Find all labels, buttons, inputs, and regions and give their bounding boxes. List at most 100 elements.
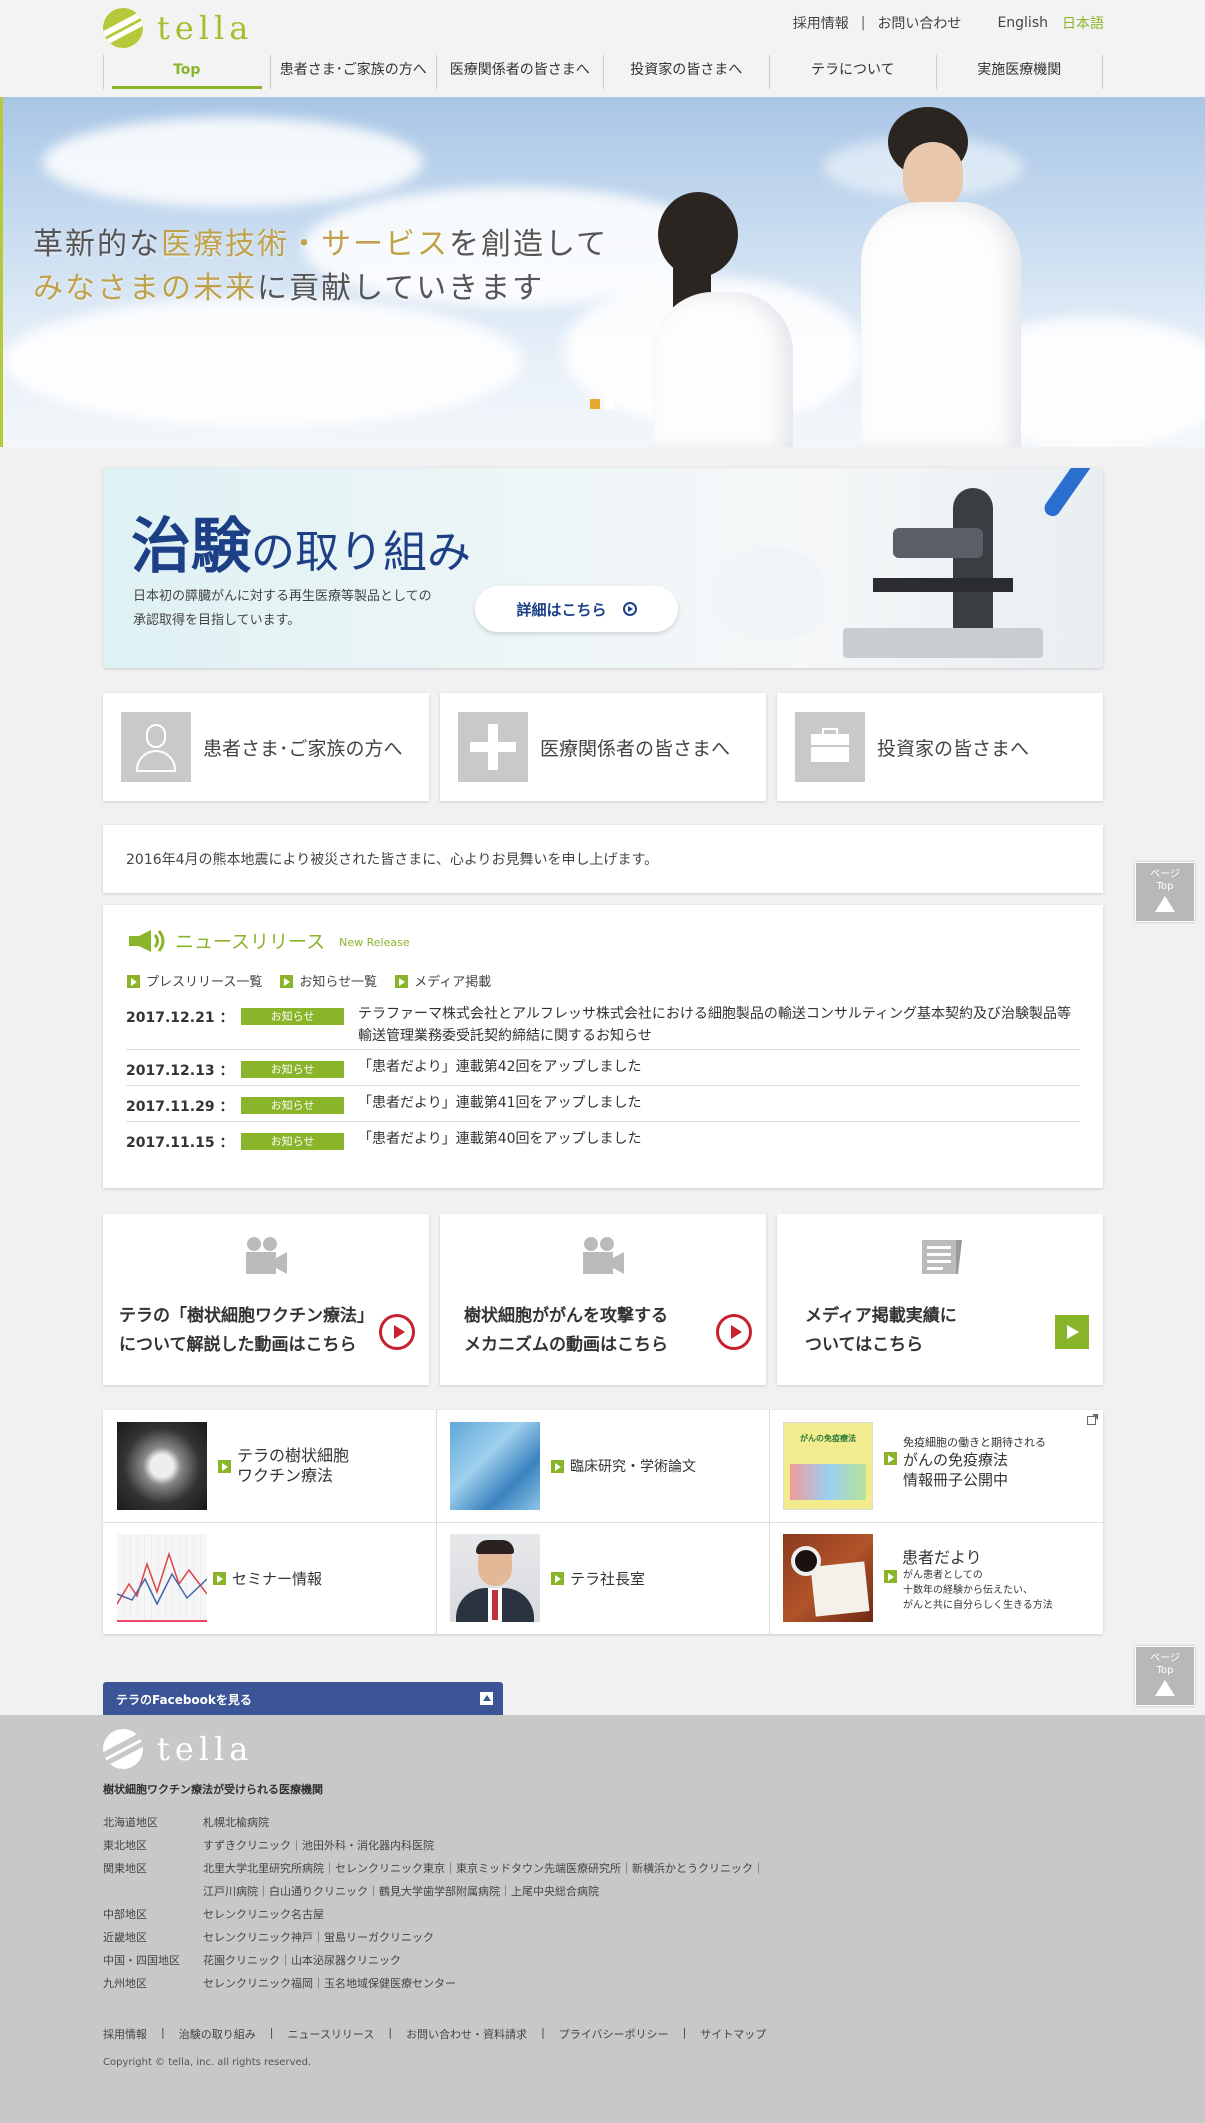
clinic-links[interactable]: セレンクリニック神戸｜蛍島リーガクリニック (203, 1929, 434, 1945)
microscope-illustration (713, 468, 1103, 668)
seminar-chart-image (116, 1534, 208, 1622)
nav-investors[interactable]: 投資家の皆さまへ (602, 55, 770, 89)
news-badge: お知らせ (241, 1097, 344, 1114)
clinic-links[interactable]: 札幌北楡病院 (203, 1814, 269, 1830)
site-logo[interactable]: tella (103, 8, 253, 48)
trial-detail-button[interactable]: 詳細はこちら (475, 586, 678, 632)
briefcase-icon (795, 712, 865, 782)
region-row: 近畿地区 セレンクリニック神戸｜蛍島リーガクリニック (103, 1929, 434, 1945)
notice-list-link[interactable]: お知らせ一覧 (280, 971, 377, 990)
link-dc-vaccine[interactable]: テラの樹状細胞 ワクチン療法 (103, 1410, 436, 1522)
footer-link-sitemap[interactable]: サイトマップ (700, 2026, 766, 2042)
circle-arrow-icon (622, 602, 637, 616)
clinic-links[interactable]: 江戸川病院｜白山通りクリニック｜鶴見大学歯学部附属病院｜上尾中央総合病院 (203, 1883, 599, 1899)
news-item[interactable]: 2017.12.13 ： お知らせ 「患者だより」連載第42回をアップしました (126, 1056, 1080, 1086)
site-footer: tella 樹状細胞ワクチン療法が受けられる医療機関 北海道地区 札幌北楡病院 東… (0, 1715, 1205, 2123)
link-clinical-research[interactable]: 臨床研究・学術論文 (436, 1410, 769, 1522)
nav-about[interactable]: テラについて (769, 55, 936, 89)
video-card-text: テラの「樹状細胞ワクチン療法」 について解説した動画はこちら (119, 1306, 374, 1355)
researcher-male (861, 202, 1021, 447)
global-nav: Top 患者さま･ご家族の方へ 医療関係者の皆さまへ 投資家の皆さまへ テラにつ… (103, 55, 1103, 89)
english-link[interactable]: English (997, 15, 1048, 31)
trial-description: 日本初の膵臓がんに対する再生医療等製品としての 承認取得を目指しています。 (133, 589, 432, 628)
news-badge: お知らせ (241, 1008, 344, 1025)
audience-card-medical[interactable]: 医療関係者の皆さまへ (440, 693, 766, 801)
president-photo (450, 1534, 540, 1622)
news-date: 2017.11.29 ： (126, 1099, 234, 1115)
facebook-toggle[interactable]: テラのFacebookを見る (103, 1682, 503, 1715)
video-card-mechanism[interactable]: 樹状細胞ががんを攻撃する メカニズムの動画はこちら (440, 1214, 766, 1385)
copyright: Copyright © tella, inc. all rights reser… (103, 2057, 312, 2068)
clinic-links[interactable]: すずきクリニック｜池田外科・消化器内科医院 (203, 1837, 434, 1853)
media-link[interactable]: メディア掲載 (395, 971, 491, 990)
hero-slider: 革新的な医療技術・サービスを創造して みなさまの未来に貢献していきます (0, 97, 1205, 447)
audience-label: 投資家の皆さまへ (877, 737, 1030, 760)
news-category-links: プレスリリース一覧 お知らせ一覧 メディア掲載 (127, 971, 491, 990)
media-card[interactable]: メディア掲載実績に ついてはこちら (777, 1214, 1103, 1385)
clinic-links[interactable]: セレンクリニック福岡｜玉名地域保健医療センター (203, 1975, 456, 1991)
region-row: 関東地区 北里大学北里研究所病院｜セレンクリニック東京｜東京ミッドタウン先端医療研… (103, 1860, 764, 1876)
audience-card-patients[interactable]: 患者さま･ご家族の方へ (103, 693, 429, 801)
news-item[interactable]: 2017.12.21 ： お知らせ テラファーマ株式会社とアルフレッサ株式会社に… (126, 1003, 1080, 1050)
logo-text: tella (157, 9, 254, 47)
news-text: 「患者だより」連載第42回をアップしました (358, 1059, 642, 1075)
research-bottles-image (450, 1422, 540, 1510)
page-top-button[interactable]: ページ Top (1135, 862, 1195, 922)
clinical-trial-banner[interactable]: 治験の取り組み 日本初の膵臓がんに対する再生医療等製品としての 承認取得を目指し… (103, 468, 1103, 668)
utility-separator: | (860, 15, 866, 31)
arrow-square-icon (395, 975, 409, 988)
hero-catchcopy: 革新的な医療技術・サービスを創造して みなさまの未来に貢献していきます (33, 227, 609, 306)
arrow-square-icon (884, 1570, 897, 1583)
footer-link-recruit[interactable]: 採用情報 (103, 2026, 147, 2042)
link-immunotherapy-booklet[interactable]: がんの免疫療法 免疫細胞の働きと期待される がんの免疫療法 情報冊子公開中 (769, 1410, 1102, 1522)
press-release-list-link[interactable]: プレスリリース一覧 (127, 971, 262, 990)
clinic-links[interactable]: 北里大学北里研究所病院｜セレンクリニック東京｜東京ミッドタウン先端医療研究所｜新… (203, 1860, 764, 1876)
news-text: 「患者だより」連載第40回をアップしました (358, 1131, 642, 1147)
slider-dot-1[interactable] (590, 399, 600, 409)
news-title: ニュースリリース (175, 931, 326, 953)
external-link-icon (1087, 1414, 1098, 1425)
audience-card-investors[interactable]: 投資家の皆さまへ (777, 693, 1103, 801)
video-card-dc-vaccine[interactable]: テラの「樹状細胞ワクチン療法」 について解説した動画はこちら (103, 1214, 429, 1385)
recruit-link[interactable]: 採用情報 (793, 13, 849, 33)
footer-link-privacy[interactable]: プライバシーポリシー (559, 2026, 669, 2042)
arrow-square-icon (127, 975, 140, 988)
nav-top[interactable]: Top (103, 55, 270, 89)
japanese-link[interactable]: 日本語 (1062, 13, 1104, 33)
play-circle-icon (379, 1314, 415, 1350)
audience-label: 医療関係者の皆さまへ (540, 737, 731, 760)
region-row: 東北地区 すずきクリニック｜池田外科・消化器内科医院 (103, 1837, 434, 1853)
news-item[interactable]: 2017.11.15 ： お知らせ 「患者だより」連載第40回をアップしました (126, 1128, 1080, 1158)
nav-institutions[interactable]: 実施医療機関 (935, 55, 1103, 89)
link-seminar[interactable]: セミナー情報 (103, 1522, 436, 1634)
arrow-square-icon (551, 1459, 564, 1473)
slider-dot-2[interactable] (604, 399, 614, 409)
link-patient-letter[interactable]: 患者だより がん患者としての 十数年の経験から伝えたい、 がんと共に自分らしく生きる… (769, 1522, 1102, 1634)
expand-up-icon (480, 1692, 493, 1705)
news-date: 2017.12.13 ： (126, 1063, 234, 1079)
region-row: 中国・四国地区 花園クリニック｜山本泌尿器クリニック (103, 1952, 401, 1968)
page-top-button[interactable]: ページ Top (1135, 1646, 1195, 1706)
slider-dots (590, 399, 614, 409)
nav-medical[interactable]: 医療関係者の皆さまへ (436, 55, 603, 89)
audience-label: 患者さま･ご家族の方へ (203, 737, 403, 760)
footer-link-news[interactable]: ニュースリリース (287, 2026, 374, 2042)
news-item[interactable]: 2017.11.29 ： お知らせ 「患者だより」連載第41回をアップしました (126, 1092, 1080, 1122)
link-president-office[interactable]: テラ社長室 (436, 1522, 769, 1634)
news-text: 「患者だより」連載第41回をアップしました (358, 1095, 642, 1111)
footer-link-contact[interactable]: お問い合わせ・資料請求 (406, 2026, 527, 2042)
utility-links: 採用情報 | お問い合わせ English 日本語 (793, 13, 1104, 33)
contact-link[interactable]: お問い合わせ (877, 13, 961, 33)
nav-patients[interactable]: 患者さま･ご家族の方へ (269, 55, 437, 89)
clinic-links[interactable]: 花園クリニック｜山本泌尿器クリニック (203, 1952, 401, 1968)
video-camera-icon (246, 1237, 287, 1274)
clinic-links[interactable]: セレンクリニック名古屋 (203, 1906, 324, 1922)
megaphone-icon (129, 929, 165, 952)
arrow-square-icon (213, 1572, 226, 1585)
news-heading: ニュースリリース New Release (127, 927, 410, 954)
footer-logo[interactable]: tella (103, 1729, 253, 1769)
region-row: 江戸川病院｜白山通りクリニック｜鶴見大学歯学部附属病院｜上尾中央総合病院 (103, 1883, 599, 1899)
footer-link-trial[interactable]: 治験の取り組み (179, 2026, 256, 2042)
facebook-label: テラのFacebookを見る (116, 1693, 252, 1707)
link-grid: テラの樹状細胞 ワクチン療法 臨床研究・学術論文 がんの免疫療法 免疫細胞の働きと… (103, 1410, 1103, 1634)
